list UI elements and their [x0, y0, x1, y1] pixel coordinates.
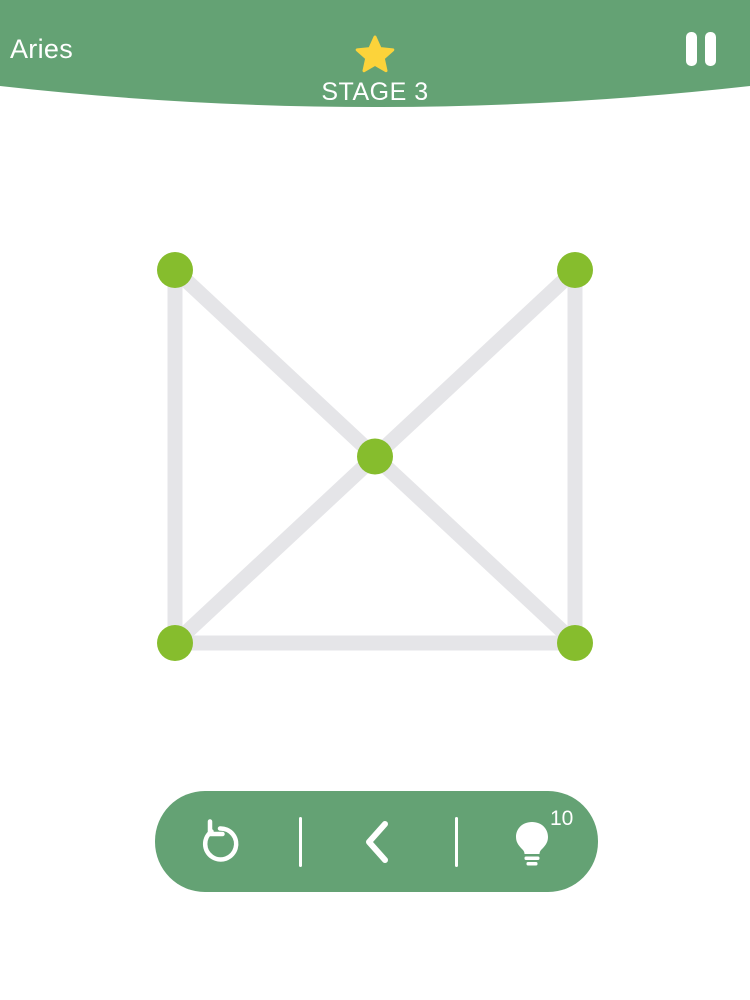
- toolbar-divider: [299, 817, 302, 867]
- puzzle-node-bottom-right[interactable]: [557, 625, 593, 661]
- bottom-toolbar: 10: [155, 791, 598, 892]
- back-button[interactable]: [345, 809, 411, 875]
- puzzle-edge-center-bottom-right: [367, 449, 583, 651]
- chevron-left-icon: [366, 821, 388, 863]
- toolbar-divider: [455, 817, 458, 867]
- puzzle-edge-top-left-center: [167, 262, 383, 464]
- restart-button[interactable]: [187, 809, 253, 875]
- hint-count: 10: [550, 807, 574, 830]
- puzzle-node-top-right[interactable]: [557, 252, 593, 288]
- restart-icon: [203, 819, 239, 862]
- puzzle-node-bottom-left[interactable]: [157, 625, 193, 661]
- puzzle-node-top-left[interactable]: [157, 252, 193, 288]
- puzzle-edge-top-right-center: [367, 262, 583, 464]
- game-screen: Aries STAGE 3 10: [0, 0, 750, 1000]
- puzzle-edge-center-bottom-left: [167, 449, 383, 651]
- puzzle-node-center[interactable]: [357, 438, 393, 475]
